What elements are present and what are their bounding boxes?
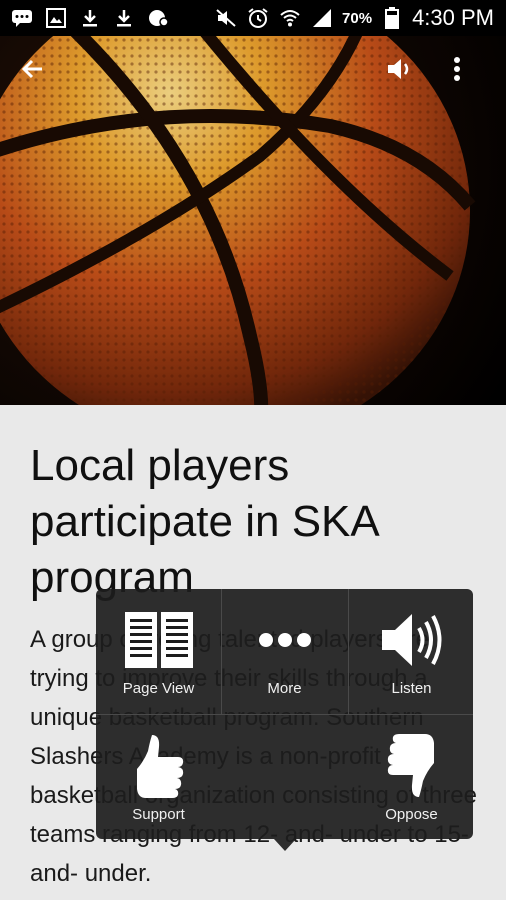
page-view-button[interactable]: Page View <box>96 589 221 714</box>
signal-icon <box>310 6 334 30</box>
battery-icon <box>380 6 404 30</box>
hero-image <box>0 36 506 405</box>
more-vert-icon <box>454 57 460 81</box>
arrow-back-icon <box>21 59 42 79</box>
support-label: Support <box>132 806 185 823</box>
action-popup: Page View More Listen Support Oppose <box>96 589 474 851</box>
wifi-icon <box>278 6 302 30</box>
speaker-button[interactable] <box>386 56 426 96</box>
clock: 4:30 PM <box>412 5 494 30</box>
overflow-menu-button[interactable] <box>452 56 492 96</box>
notification-icons <box>10 6 170 30</box>
page-view-label: Page View <box>122 680 195 697</box>
support-button[interactable]: Support <box>96 715 221 840</box>
battery-percent: 70% <box>342 9 373 27</box>
system-icons: 70% 4:30 PM <box>214 5 494 31</box>
speaker-icon <box>381 614 441 666</box>
thumbs-up-icon <box>136 735 183 798</box>
download-icon <box>112 6 136 30</box>
more-label: More <box>267 680 302 697</box>
back-button[interactable] <box>20 56 60 96</box>
basketball-illustration <box>0 36 506 405</box>
more-button[interactable]: More <box>222 589 347 714</box>
oppose-label: Oppose <box>385 806 438 823</box>
listen-button[interactable]: Listen <box>349 589 474 714</box>
gallery-icon <box>44 6 68 30</box>
thumbs-down-icon <box>387 734 434 797</box>
page-view-icon <box>124 612 193 668</box>
oppose-button[interactable]: Oppose <box>349 715 474 840</box>
mute-icon <box>214 6 238 30</box>
volume-icon <box>388 59 409 79</box>
alarm-icon <box>246 6 270 30</box>
status-bar: 70% 4:30 PM <box>0 0 506 36</box>
message-icon <box>10 6 34 30</box>
download-icon <box>78 6 102 30</box>
chat-bubble-icon <box>146 6 170 30</box>
listen-label: Listen <box>391 680 432 697</box>
more-dots-icon <box>258 633 311 647</box>
article-headline: Local players participate in SKA program <box>30 441 378 602</box>
